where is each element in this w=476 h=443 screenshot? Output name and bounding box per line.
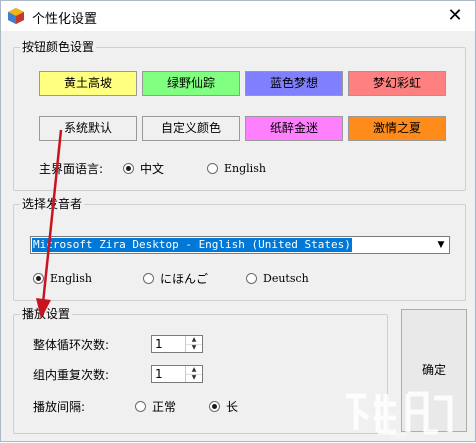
annotation-arrow [36, 129, 63, 319]
settings-window: 个性化设置 ✕ 按钮颜色设置 黄土高坡 绿野仙踪 蓝色梦想 梦幻彩虹 系统默认 … [0, 0, 476, 442]
